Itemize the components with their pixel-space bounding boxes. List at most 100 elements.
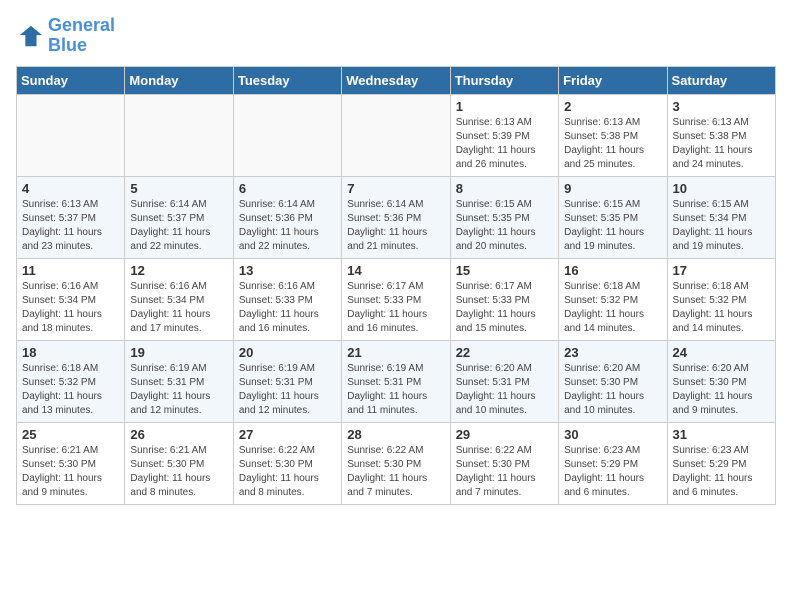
day-info: Sunrise: 6:18 AM Sunset: 5:32 PM Dayligh…	[564, 280, 661, 336]
calendar-week-row: 25 Sunrise: 6:21 AM Sunset: 5:30 PM Dayli…	[17, 422, 776, 504]
page-header: General Blue	[16, 16, 776, 56]
calendar-day-cell: 12 Sunrise: 6:16 AM Sunset: 5:34 PM Dayli…	[125, 258, 233, 340]
day-info: Sunrise: 6:14 AM Sunset: 5:37 PM Dayligh…	[130, 198, 227, 254]
day-info: Sunrise: 6:22 AM Sunset: 5:30 PM Dayligh…	[239, 444, 336, 500]
calendar-day-cell: 9 Sunrise: 6:15 AM Sunset: 5:35 PM Daylig…	[559, 176, 667, 258]
weekday-header: Wednesday	[342, 66, 450, 94]
day-info: Sunrise: 6:14 AM Sunset: 5:36 PM Dayligh…	[239, 198, 336, 254]
day-number: 10	[673, 181, 770, 196]
day-info: Sunrise: 6:22 AM Sunset: 5:30 PM Dayligh…	[347, 444, 444, 500]
calendar-day-cell: 22 Sunrise: 6:20 AM Sunset: 5:31 PM Dayli…	[450, 340, 558, 422]
logo-icon	[16, 22, 44, 50]
calendar-week-row: 18Sunrise: 6:18 AM Sunset: 5:32 PM Dayli…	[17, 340, 776, 422]
day-number: 19	[130, 345, 227, 360]
calendar-day-cell: 25 Sunrise: 6:21 AM Sunset: 5:30 PM Dayli…	[17, 422, 125, 504]
day-info: Sunrise: 6:15 AM Sunset: 5:35 PM Dayligh…	[564, 198, 661, 254]
calendar-day-cell: 8Sunrise: 6:15 AM Sunset: 5:35 PM Daylig…	[450, 176, 558, 258]
day-number: 29	[456, 427, 553, 442]
day-number: 15	[456, 263, 553, 278]
day-info: Sunrise: 6:21 AM Sunset: 5:30 PM Dayligh…	[130, 444, 227, 500]
calendar-day-cell	[233, 94, 341, 176]
calendar-day-cell	[342, 94, 450, 176]
day-number: 7	[347, 181, 444, 196]
weekday-header: Saturday	[667, 66, 775, 94]
calendar-day-cell	[125, 94, 233, 176]
calendar-day-cell: 6 Sunrise: 6:14 AM Sunset: 5:36 PM Daylig…	[233, 176, 341, 258]
day-info: Sunrise: 6:17 AM Sunset: 5:33 PM Dayligh…	[456, 280, 553, 336]
day-info: Sunrise: 6:20 AM Sunset: 5:30 PM Dayligh…	[673, 362, 770, 418]
calendar-day-cell: 27 Sunrise: 6:22 AM Sunset: 5:30 PM Dayli…	[233, 422, 341, 504]
calendar-day-cell: 14 Sunrise: 6:17 AM Sunset: 5:33 PM Dayli…	[342, 258, 450, 340]
day-number: 5	[130, 181, 227, 196]
calendar-day-cell: 19 Sunrise: 6:19 AM Sunset: 5:31 PM Dayli…	[125, 340, 233, 422]
day-info: Sunrise: 6:22 AM Sunset: 5:30 PM Dayligh…	[456, 444, 553, 500]
day-info: Sunrise: 6:18 AM Sunset: 5:32 PM Dayligh…	[673, 280, 770, 336]
logo-text: General Blue	[48, 16, 115, 56]
day-number: 6	[239, 181, 336, 196]
weekday-header: Tuesday	[233, 66, 341, 94]
weekday-header: Friday	[559, 66, 667, 94]
calendar-day-cell: 5 Sunrise: 6:14 AM Sunset: 5:37 PM Daylig…	[125, 176, 233, 258]
day-number: 21	[347, 345, 444, 360]
calendar-day-cell: 2 Sunrise: 6:13 AM Sunset: 5:38 PM Daylig…	[559, 94, 667, 176]
calendar-day-cell: 21 Sunrise: 6:19 AM Sunset: 5:31 PM Dayli…	[342, 340, 450, 422]
day-info: Sunrise: 6:15 AM Sunset: 5:35 PM Dayligh…	[456, 198, 553, 254]
calendar-day-cell: 10 Sunrise: 6:15 AM Sunset: 5:34 PM Dayli…	[667, 176, 775, 258]
day-number: 28	[347, 427, 444, 442]
day-number: 11	[22, 263, 119, 278]
day-number: 23	[564, 345, 661, 360]
day-number: 9	[564, 181, 661, 196]
weekday-header: Sunday	[17, 66, 125, 94]
day-info: Sunrise: 6:16 AM Sunset: 5:33 PM Dayligh…	[239, 280, 336, 336]
day-number: 16	[564, 263, 661, 278]
calendar-day-cell: 16 Sunrise: 6:18 AM Sunset: 5:32 PM Dayli…	[559, 258, 667, 340]
day-number: 3	[673, 99, 770, 114]
day-number: 2	[564, 99, 661, 114]
day-number: 22	[456, 345, 553, 360]
calendar-week-row: 11 Sunrise: 6:16 AM Sunset: 5:34 PM Dayli…	[17, 258, 776, 340]
day-info: Sunrise: 6:21 AM Sunset: 5:30 PM Dayligh…	[22, 444, 119, 500]
day-number: 18	[22, 345, 119, 360]
weekday-header: Monday	[125, 66, 233, 94]
logo: General Blue	[16, 16, 115, 56]
calendar-table: SundayMondayTuesdayWednesdayThursdayFrid…	[16, 66, 776, 505]
calendar-day-cell: 13 Sunrise: 6:16 AM Sunset: 5:33 PM Dayli…	[233, 258, 341, 340]
day-info: Sunrise: 6:19 AM Sunset: 5:31 PM Dayligh…	[347, 362, 444, 418]
day-info: Sunrise: 6:13 AM Sunset: 5:37 PM Dayligh…	[22, 198, 119, 254]
day-number: 26	[130, 427, 227, 442]
calendar-day-cell: 3 Sunrise: 6:13 AM Sunset: 5:38 PM Daylig…	[667, 94, 775, 176]
day-info: Sunrise: 6:13 AM Sunset: 5:38 PM Dayligh…	[673, 116, 770, 172]
calendar-day-cell: 7Sunrise: 6:14 AM Sunset: 5:36 PM Daylig…	[342, 176, 450, 258]
calendar-day-cell: 20 Sunrise: 6:19 AM Sunset: 5:31 PM Dayli…	[233, 340, 341, 422]
calendar-day-cell: 18Sunrise: 6:18 AM Sunset: 5:32 PM Dayli…	[17, 340, 125, 422]
day-number: 13	[239, 263, 336, 278]
day-number: 30	[564, 427, 661, 442]
calendar-day-cell: 11 Sunrise: 6:16 AM Sunset: 5:34 PM Dayli…	[17, 258, 125, 340]
day-info: Sunrise: 6:20 AM Sunset: 5:31 PM Dayligh…	[456, 362, 553, 418]
day-number: 14	[347, 263, 444, 278]
calendar-day-cell: 24Sunrise: 6:20 AM Sunset: 5:30 PM Dayli…	[667, 340, 775, 422]
calendar-day-cell: 1Sunrise: 6:13 AM Sunset: 5:39 PM Daylig…	[450, 94, 558, 176]
day-number: 25	[22, 427, 119, 442]
calendar-day-cell	[17, 94, 125, 176]
calendar-day-cell: 23 Sunrise: 6:20 AM Sunset: 5:30 PM Dayli…	[559, 340, 667, 422]
calendar-day-cell: 29 Sunrise: 6:22 AM Sunset: 5:30 PM Dayli…	[450, 422, 558, 504]
calendar-day-cell: 30Sunrise: 6:23 AM Sunset: 5:29 PM Dayli…	[559, 422, 667, 504]
calendar-day-cell: 15 Sunrise: 6:17 AM Sunset: 5:33 PM Dayli…	[450, 258, 558, 340]
day-info: Sunrise: 6:13 AM Sunset: 5:38 PM Dayligh…	[564, 116, 661, 172]
calendar-week-row: 1Sunrise: 6:13 AM Sunset: 5:39 PM Daylig…	[17, 94, 776, 176]
day-number: 31	[673, 427, 770, 442]
day-info: Sunrise: 6:20 AM Sunset: 5:30 PM Dayligh…	[564, 362, 661, 418]
day-info: Sunrise: 6:15 AM Sunset: 5:34 PM Dayligh…	[673, 198, 770, 254]
day-info: Sunrise: 6:17 AM Sunset: 5:33 PM Dayligh…	[347, 280, 444, 336]
weekday-header-row: SundayMondayTuesdayWednesdayThursdayFrid…	[17, 66, 776, 94]
day-number: 20	[239, 345, 336, 360]
day-number: 12	[130, 263, 227, 278]
calendar-day-cell: 31Sunrise: 6:23 AM Sunset: 5:29 PM Dayli…	[667, 422, 775, 504]
day-info: Sunrise: 6:16 AM Sunset: 5:34 PM Dayligh…	[130, 280, 227, 336]
day-info: Sunrise: 6:19 AM Sunset: 5:31 PM Dayligh…	[239, 362, 336, 418]
day-number: 27	[239, 427, 336, 442]
calendar-day-cell: 4Sunrise: 6:13 AM Sunset: 5:37 PM Daylig…	[17, 176, 125, 258]
day-info: Sunrise: 6:19 AM Sunset: 5:31 PM Dayligh…	[130, 362, 227, 418]
day-info: Sunrise: 6:16 AM Sunset: 5:34 PM Dayligh…	[22, 280, 119, 336]
